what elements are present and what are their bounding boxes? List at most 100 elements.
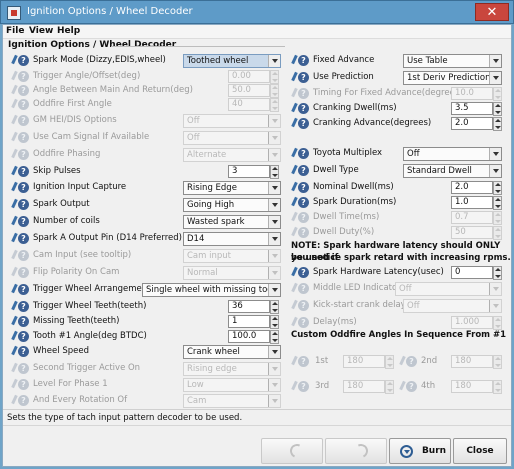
trigger-wheel-teeth-field[interactable]: 36 [228,300,270,313]
number-of-coils-label: Number of coils [33,216,100,226]
toyota-multiplex-select[interactable]: Off [403,147,502,161]
help-icon[interactable]: ? [18,166,29,177]
nominal-dwell-field[interactable]: 2.0 [451,181,493,194]
edit-pen-icon [291,88,297,99]
undo-button[interactable] [261,438,323,464]
help-icon: ? [18,395,29,406]
second-trigger-active-label: Second Trigger Active On [33,363,141,373]
tooth1-angle-field[interactable]: 100.0 [228,330,270,343]
spark-mode-select[interactable]: Toothed wheel [183,54,281,68]
oddfire-phasing-select: Alternate [183,148,281,162]
skip-pulses-spinner[interactable] [270,165,279,179]
redo-button[interactable] [325,438,387,464]
spark-hw-latency-field[interactable]: 0 [451,266,493,279]
delay-spinner [493,316,502,330]
trigger-wheel-teeth-row: ? Trigger Wheel Teeth(teeth) 36 [3,300,289,314]
help-icon[interactable]: ? [298,72,309,83]
chevron-down-icon [268,284,280,296]
use-cam-signal-value: Off [187,133,200,143]
dwell-time-field: 0.7 [451,211,493,224]
help-icon[interactable]: ? [18,55,29,66]
edit-pen-icon [11,233,17,244]
help-icon[interactable]: ? [18,233,29,244]
menu-view[interactable]: View [29,26,53,36]
help-icon[interactable]: ? [298,103,309,114]
oddfire-3rd-field: 180 [343,380,385,393]
cranking-dwell-field[interactable]: 3.5 [451,102,493,115]
cranking-advance-spinner[interactable] [493,117,502,131]
help-icon[interactable]: ? [18,182,29,193]
dwell-type-value: Standard Dwell [407,166,472,176]
missing-teeth-spinner[interactable] [270,315,279,329]
spark-duration-row: ? Spark Duration(ms) 1.0 [289,196,511,210]
burn-button[interactable]: Burn [389,438,451,464]
oddfire-3rd-label: 3rd [315,381,330,391]
spark-duration-field[interactable]: 1.0 [451,196,493,209]
chevron-down-icon [489,55,501,67]
help-icon[interactable]: ? [18,331,29,342]
edit-pen-icon [11,395,17,406]
second-trigger-active-select: Rising edge [183,362,281,376]
number-of-coils-value: Wasted spark [187,217,245,227]
help-icon[interactable]: ? [18,284,29,295]
dwell-type-select[interactable]: Standard Dwell [403,164,502,178]
help-icon: ? [18,132,29,143]
chevron-down-icon [268,233,280,245]
help-icon[interactable]: ? [298,118,309,129]
nominal-dwell-spinner[interactable] [493,181,502,195]
angle-main-return-label: Angle Between Main And Return(deg) [33,85,193,95]
missing-teeth-field[interactable]: 1 [228,315,270,328]
ignition-input-capture-value: Rising Edge [187,183,237,193]
second-trigger-active-row: ? Second Trigger Active On Rising edge [3,362,289,376]
spark-hw-latency-spinner[interactable] [493,266,502,280]
missing-teeth-row: ? Missing Teeth(teeth) 1 [3,315,289,329]
help-icon[interactable]: ? [298,148,309,159]
cranking-dwell-spinner[interactable] [493,102,502,116]
use-prediction-select[interactable]: 1st Deriv Prediction [403,71,502,85]
help-icon[interactable]: ? [298,182,309,193]
help-icon[interactable]: ? [298,55,309,66]
cranking-advance-field[interactable]: 2.0 [451,117,493,130]
edit-pen-icon [11,85,17,96]
ignition-input-capture-select[interactable]: Rising Edge [183,181,281,195]
help-icon[interactable]: ? [298,197,309,208]
skip-pulses-field[interactable]: 3 [228,165,270,178]
level-phase1-value: Low [187,380,204,390]
chevron-down-icon [268,182,280,194]
chevron-down-icon [268,199,280,211]
status-bar: Sets the type of tach input pattern deco… [3,409,511,425]
help-icon: ? [298,356,309,367]
trigger-wheel-arrangement-select[interactable]: Single wheel with missing tooth [142,283,281,297]
menu-file[interactable]: File [6,26,24,36]
help-icon[interactable]: ? [18,316,29,327]
tooth1-angle-spinner[interactable] [270,330,279,344]
help-icon[interactable]: ? [18,199,29,210]
help-icon[interactable]: ? [18,346,29,357]
close-button[interactable]: Close [453,438,507,464]
timing-fixed-advance-spinner [493,87,502,101]
level-phase1-row: ? Level For Phase 1 Low [3,378,289,392]
angle-main-return-spinner [270,84,279,98]
trigger-wheel-teeth-spinner[interactable] [270,300,279,314]
toyota-multiplex-label: Toyota Multiplex [313,148,383,158]
menu-help[interactable]: Help [57,26,80,36]
spark-duration-spinner[interactable] [493,196,502,210]
wheel-speed-select[interactable]: Crank wheel [183,345,281,359]
ignition-input-capture-label: Ignition Input Capture [33,182,127,192]
trigger-angle-row: ? Trigger Angle/Offset(deg) 0.00 [3,70,289,84]
spark-output-select[interactable]: Going High [183,198,281,212]
help-icon[interactable]: ? [298,165,309,176]
help-icon[interactable]: ? [18,216,29,227]
dwell-time-spinner [493,211,502,225]
help-icon[interactable]: ? [18,301,29,312]
window-close-button[interactable]: ✕ [475,3,509,21]
number-of-coils-select[interactable]: Wasted spark [183,215,281,229]
spark-a-output-pin-select[interactable]: D14 [183,232,281,246]
ignition-input-capture-row: ? Ignition Input Capture Rising Edge [3,181,289,195]
help-icon[interactable]: ? [298,267,309,278]
status-text: Sets the type of tach input pattern deco… [7,413,243,423]
middle-led-select: Off [395,282,502,296]
fixed-advance-select[interactable]: Use Table [403,54,502,68]
oddfire-4th-row: ? 4th 180 [397,380,511,394]
help-icon: ? [18,99,29,110]
